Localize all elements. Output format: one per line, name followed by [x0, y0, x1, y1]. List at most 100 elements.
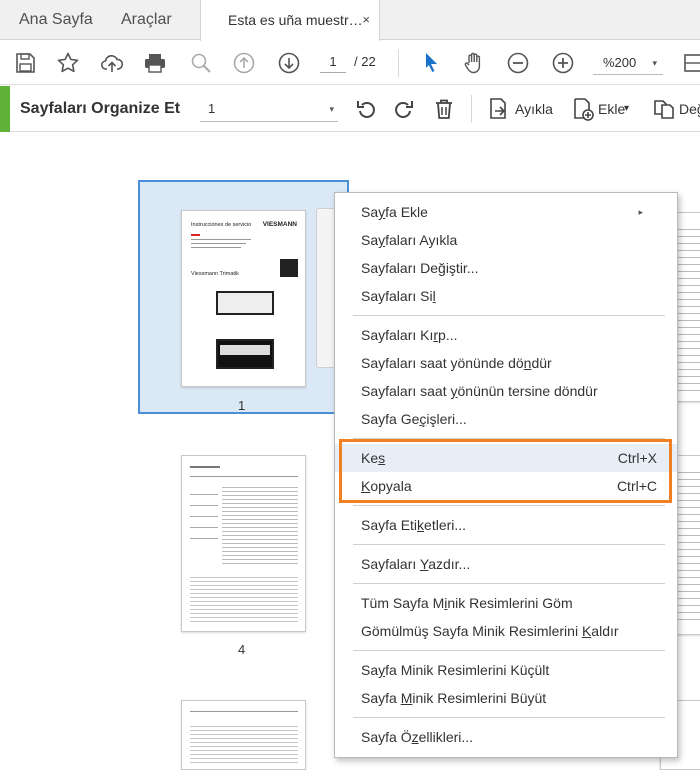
menu-item-label: Sa: [361, 232, 379, 248]
tab-tools[interactable]: Araçlar: [121, 0, 172, 40]
zoom-search-icon[interactable]: [188, 50, 214, 76]
highlight-annotation-box: [339, 439, 672, 503]
tab-document-label: Esta es uña muestr…: [228, 12, 363, 28]
extract-page-icon[interactable]: [486, 97, 510, 121]
chevron-down-icon: ▾: [329, 104, 334, 114]
page-thumbnail-7[interactable]: [181, 700, 306, 770]
tab-document[interactable]: Esta es uña muestr… ×: [200, 0, 380, 41]
rotate-right-icon[interactable]: [392, 97, 416, 121]
menu-separator: [353, 650, 665, 651]
menu-item-mnemonic: y: [450, 383, 458, 399]
menu-item-label: fa Minik Resimlerini Küçült: [385, 662, 550, 678]
bookmark-star-icon[interactable]: [55, 50, 81, 76]
menu-item-mnemonic: z: [411, 729, 419, 745]
menu-item-label: Sayfa Eti: [361, 517, 418, 533]
page-number-input[interactable]: 1: [320, 51, 346, 73]
page-logo-diamond: [280, 259, 298, 277]
organize-title: Sayfaları Organize Et: [20, 100, 181, 117]
menu-item-shrink-thumbnails[interactable]: Sayfa Minik Resimlerini Küçült: [335, 656, 677, 684]
menu-item-mnemonic: l: [432, 288, 436, 304]
menu-item-crop-pages[interactable]: Sayfaları Kırp...: [335, 321, 677, 349]
page-doc-title: Instrucciones de servicio: [191, 222, 252, 228]
menu-item-enlarge-thumbnails[interactable]: Sayfa Minik Resimlerini Büyüt: [335, 684, 677, 712]
menu-item-replace-pages[interactable]: Sayfaları Değiştir...: [335, 254, 677, 282]
menu-item-label: p...: [438, 327, 458, 343]
menu-item-insert-page[interactable]: Sayfa Ekle ▸: [335, 198, 677, 226]
chevron-down-icon: ▾: [652, 58, 657, 68]
menu-item-page-labels[interactable]: Sayfa Etiketleri...: [335, 511, 677, 539]
trash-icon[interactable]: [432, 97, 456, 121]
menu-separator: [353, 544, 665, 545]
page-device-panel: [220, 345, 270, 355]
menu-item-label: etleri...: [424, 517, 467, 533]
page-brand: VIESMANN: [262, 221, 297, 228]
extract-label[interactable]: Ayıkla: [515, 86, 553, 132]
menu-item-page-transitions[interactable]: Sayfa Geçişleri...: [335, 405, 677, 433]
menu-item-label: Sayfa Ö: [361, 729, 412, 745]
menu-item-mnemonic: M: [400, 690, 413, 706]
page-toc-sections: [190, 484, 218, 544]
replace-page-icon[interactable]: [652, 97, 676, 121]
page-up-icon[interactable]: [231, 50, 257, 76]
insert-page-icon[interactable]: [571, 97, 595, 121]
menu-item-label: Sayfaları Si: [361, 288, 433, 304]
menu-item-label: nik Resimlerini Göm: [447, 595, 573, 611]
page-total: / 22: [354, 54, 376, 69]
menu-item-label: Sayfaları Kı: [361, 327, 434, 343]
zoom-out-icon[interactable]: [505, 50, 531, 76]
save-icon[interactable]: [12, 50, 38, 76]
menu-item-label: fa Ekle: [385, 204, 428, 220]
toolbar-divider: [471, 95, 472, 123]
menu-item-label: aldır: [591, 623, 619, 639]
page-body-text: [190, 574, 298, 624]
menu-item-label: Sayfa: [361, 690, 401, 706]
chevron-down-icon[interactable]: ▾: [624, 86, 629, 132]
upload-cloud-icon[interactable]: [99, 50, 125, 76]
print-icon[interactable]: [142, 50, 168, 76]
menu-item-delete-pages[interactable]: Sayfaları Sil: [335, 282, 677, 310]
zoom-in-icon[interactable]: [550, 50, 576, 76]
menu-item-label: Sa: [361, 662, 379, 678]
page-range-select[interactable]: 1 ▾: [200, 96, 338, 122]
menu-item-embed-thumbnails[interactable]: Tüm Sayfa Minik Resimlerini Göm: [335, 589, 677, 617]
menu-item-label: ellikleri...: [418, 729, 474, 745]
menu-item-label: işleri...: [426, 411, 467, 427]
menu-item-label: Sayfaları saat: [361, 383, 451, 399]
rotate-left-icon[interactable]: [354, 97, 378, 121]
menu-item-label: Tüm Sayfa M: [361, 595, 445, 611]
page-text-line: [191, 239, 251, 240]
page-product: Viessmann Trimatik: [191, 271, 239, 277]
page-thumbnail-4[interactable]: [181, 455, 306, 632]
menu-item-rotate-clockwise[interactable]: Sayfaları saat yönünde döndür: [335, 349, 677, 377]
zoom-level-value: %200: [603, 55, 637, 70]
close-tab-icon[interactable]: ×: [362, 0, 370, 40]
menu-separator: [353, 505, 665, 506]
menu-item-label: faları Ayıkla: [385, 232, 458, 248]
tool-accent-bar: [0, 86, 10, 132]
menu-item-label: Sa: [361, 204, 379, 220]
menu-item-print-pages[interactable]: Sayfaları Yazdır...: [335, 550, 677, 578]
fit-page-icon[interactable]: [680, 50, 700, 76]
select-pointer-icon[interactable]: [418, 50, 444, 76]
menu-item-page-properties[interactable]: Sayfa Özellikleri...: [335, 723, 677, 751]
page-down-icon[interactable]: [276, 50, 302, 76]
menu-item-extract-pages[interactable]: Sayfaları Ayıkla: [335, 226, 677, 254]
page-body-text: [190, 723, 298, 763]
tab-home[interactable]: Ana Sayfa: [19, 0, 93, 40]
menu-item-remove-embedded-thumbnails[interactable]: Gömülmüş Sayfa Minik Resimlerini Kaldır: [335, 617, 677, 645]
menu-item-label: inik Resimlerini Büyüt: [412, 690, 547, 706]
page-thumbnail-1[interactable]: Instrucciones de servicio VIESMANN Viess…: [181, 210, 306, 387]
menu-separator: [353, 315, 665, 316]
zoom-level-select[interactable]: %200 ▾: [593, 51, 663, 75]
menu-separator: [353, 583, 665, 584]
hand-tool-icon[interactable]: [461, 50, 487, 76]
page-text-line: [190, 466, 220, 468]
menu-item-label: dür: [531, 355, 552, 371]
menu-item-rotate-counterclockwise[interactable]: Sayfaları saat yönünün tersine döndür: [335, 377, 677, 405]
page-text-line: [190, 711, 298, 712]
tab-bar: Ana Sayfa Araçlar Esta es uña muestr… ×: [0, 0, 700, 41]
replace-label[interactable]: Değ: [679, 86, 700, 132]
insert-label[interactable]: Ekle: [598, 86, 625, 132]
toolbar-divider: [398, 49, 399, 77]
page-logo-bar: [191, 234, 200, 236]
